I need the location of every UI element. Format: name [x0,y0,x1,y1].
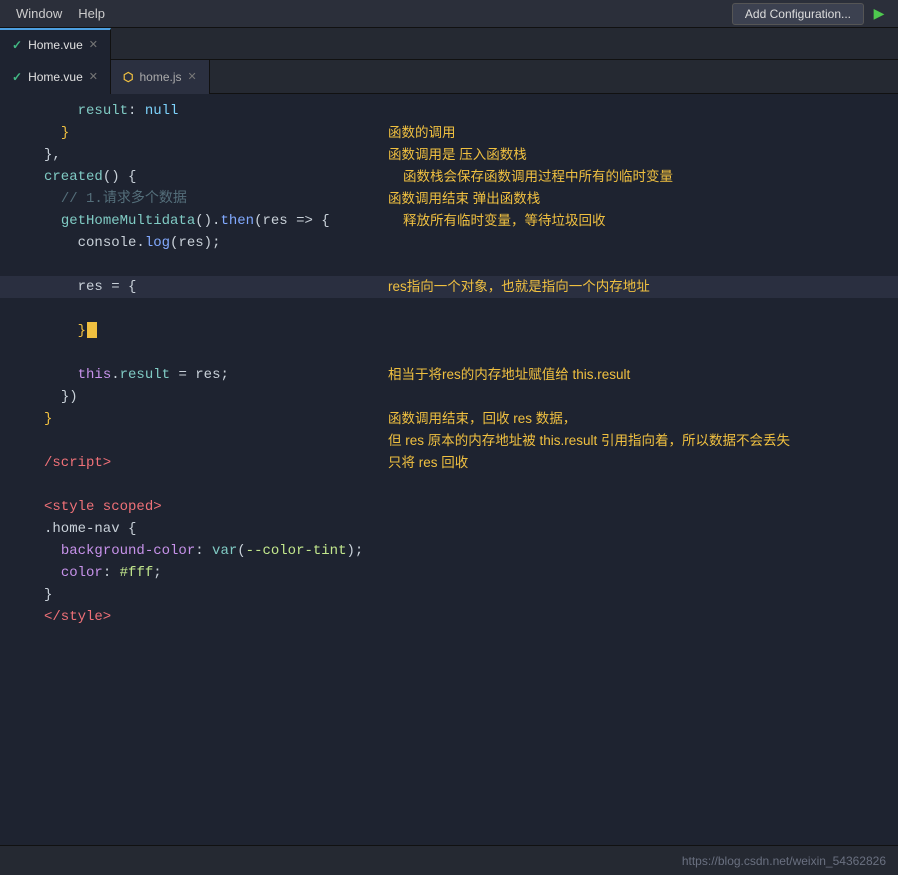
run-button[interactable]: ▶ [868,3,890,25]
tab-bar-top: ✓ Home.vue ✕ [0,28,898,60]
code-line-getmulti: getHomeMultidata().then(res => { 释放所有临时变… [0,210,898,232]
code-line-comment: // 1.请求多个数据 函数调用结束 弹出函数栈 [0,188,898,210]
code-line: result: null [0,100,898,122]
add-configuration-button[interactable]: Add Configuration... [732,3,864,25]
vue-icon: ✓ [12,38,22,52]
annotation-res-ref: 但 res 原本的内存地址被 this.result 引用指向着，所以数据不会丢… [388,430,790,452]
code-line-close-brace: } [0,320,898,342]
code-line-script-close: /script> 只将 res 回收 [0,452,898,474]
annotation-res-points: res指向一个对象，也就是指向一个内存地址 [388,276,650,298]
status-url: https://blog.csdn.net/weixin_54362826 [682,854,886,868]
editor-tab-home-js[interactable]: ⬡ home.js ✕ [111,60,210,94]
editor-tab-home-vue[interactable]: ✓ Home.vue ✕ [0,60,111,94]
code-line-style-close: </style> [0,606,898,628]
code-line-style: <style scoped> [0,496,898,518]
menu-window[interactable]: Window [8,6,70,21]
annotation-only-res: 只将 res 回收 [388,452,468,474]
editor-tab-vue-close[interactable]: ✕ [89,70,98,83]
code-line-home-nav: .home-nav { [0,518,898,540]
editor-tab-vue-label: Home.vue [28,70,83,84]
code-line-comma: }, 函数调用是 压入函数栈 [0,144,898,166]
menu-help[interactable]: Help [70,6,113,21]
annotation-this-result: 相当于将res的内存地址赋值给 this.result [388,364,630,386]
code-line-close-nav: } [0,584,898,606]
annotation-func-stack-save: 函数栈会保存函数调用过程中所有的临时变量 [388,166,673,188]
tab-top-home-vue[interactable]: ✓ Home.vue ✕ [0,28,111,60]
code-line-empty5 [0,474,898,496]
code-content: result: null } 函数的调用 }, 函数调用是 压入函数栈 [0,94,898,634]
code-line-bg-color: background-color: var(--color-tint); [0,540,898,562]
code-editor[interactable]: result: null } 函数的调用 }, 函数调用是 压入函数栈 [0,94,898,845]
annotation-func-pop: 函数调用结束 弹出函数栈 [388,188,540,210]
code-line-this-result: this.result = res; 相当于将res的内存地址赋值给 this.… [0,364,898,386]
code-line-end-created: } 函数调用结束，回收 res 数据， [0,408,898,430]
code-line-empty4: 但 res 原本的内存地址被 this.result 引用指向着，所以数据不会丢… [0,430,898,452]
code-line-empty2 [0,298,898,320]
annotation-func-call: 函数的调用 [388,122,456,144]
menu-bar: Window Help Add Configuration... ▶ [0,0,898,28]
code-line-console: console.log(res); [0,232,898,254]
code-line-res-assign: res = { res指向一个对象，也就是指向一个内存地址 [0,276,898,298]
annotation-func-push: 函数调用是 压入函数栈 [388,144,527,166]
annotation-func-end: 函数调用结束，回收 res 数据， [388,408,576,430]
tab-top-label: Home.vue [28,38,83,52]
code-line-result: } 函数的调用 [0,122,898,144]
code-line-color: color: #fff; [0,562,898,584]
annotation-block: } 函数的调用 }, 函数调用是 压入函数栈 created() { 函数栈会保… [0,122,898,628]
tab-close-icon[interactable]: ✕ [89,38,98,51]
code-line-created: created() { 函数栈会保存函数调用过程中所有的临时变量 [0,166,898,188]
editor-tab-js-label: home.js [139,70,181,84]
code-area: result: null } 函数的调用 }, 函数调用是 压入函数栈 [0,94,898,845]
editor-tabs: ✓ Home.vue ✕ ⬡ home.js ✕ [0,60,898,94]
code-line-empty3 [0,342,898,364]
code-line-empty1 [0,254,898,276]
js-file-icon: ⬡ [123,70,133,84]
vue-file-icon: ✓ [12,70,22,84]
annotation-func-release: 释放所有临时变量，等待垃圾回收 [388,210,606,232]
editor-tab-js-close[interactable]: ✕ [188,70,197,83]
status-bar: https://blog.csdn.net/weixin_54362826 [0,845,898,875]
code-line-close-then: }) [0,386,898,408]
